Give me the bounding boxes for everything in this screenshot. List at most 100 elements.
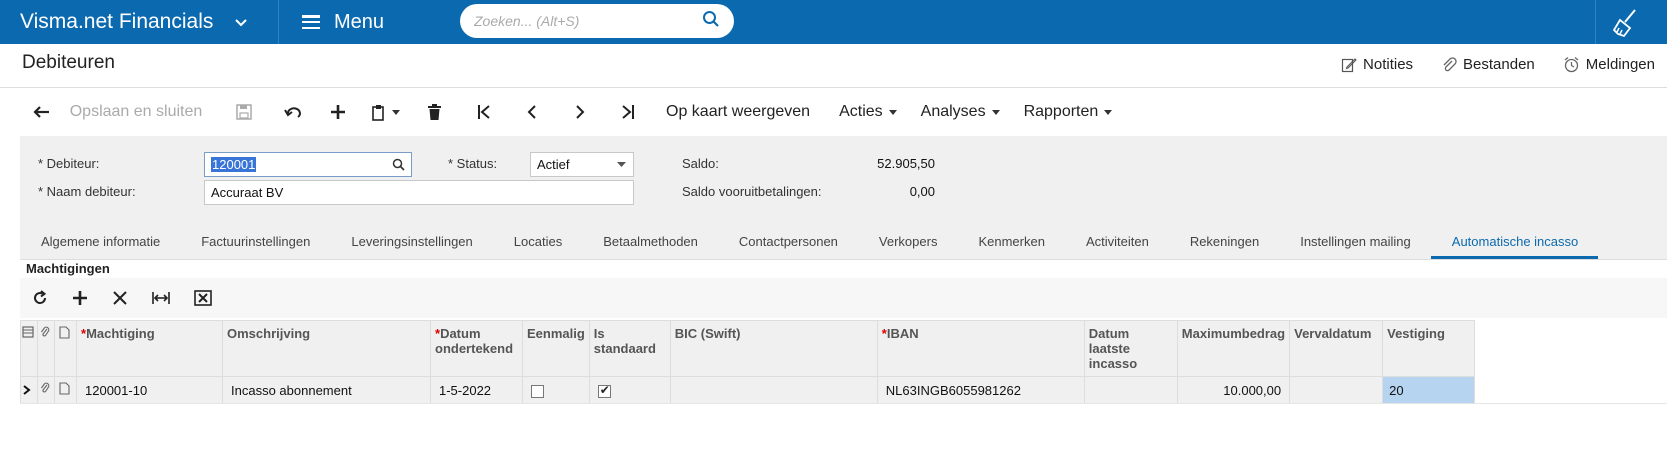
customer-name-field[interactable]: Accuraat BV xyxy=(204,180,634,205)
cell-iban[interactable]: NL63INGB6055981262 xyxy=(876,376,1085,404)
menu-label: Menu xyxy=(334,10,385,33)
section-title: Machtigingen xyxy=(20,259,1667,278)
copy-paste-dropdown[interactable] xyxy=(364,92,408,132)
tab-locations[interactable]: Locaties xyxy=(493,230,582,259)
row-indicator[interactable] xyxy=(20,376,38,404)
reports-menu[interactable]: Rapporten xyxy=(1024,92,1113,132)
column-header-description[interactable]: Omschrijving xyxy=(222,320,431,377)
divider xyxy=(278,0,279,44)
cell-is-default[interactable] xyxy=(588,376,671,404)
tab-payment-methods[interactable]: Betaalmethoden xyxy=(582,230,718,259)
cell-last-collection[interactable] xyxy=(1083,376,1178,404)
notifications-link[interactable]: Meldingen xyxy=(1563,56,1655,73)
first-record-icon[interactable] xyxy=(458,92,510,132)
column-header-one-time[interactable]: Eenmalig xyxy=(522,320,590,377)
tab-activities[interactable]: Activiteiten xyxy=(1065,230,1169,259)
cell-branch[interactable]: 20 xyxy=(1382,376,1476,404)
table-row[interactable]: 120001-10 Incasso abonnement 1-5-2022 NL… xyxy=(20,376,1476,404)
files-label: Bestanden xyxy=(1463,56,1535,73)
attachments-header xyxy=(37,320,55,377)
chevron-down-icon xyxy=(235,0,248,44)
actions-menu[interactable]: Acties xyxy=(839,92,897,132)
clear-cache-icon[interactable] xyxy=(1610,6,1644,38)
fit-columns-icon[interactable] xyxy=(152,290,170,306)
tab-accounts[interactable]: Rekeningen xyxy=(1169,230,1279,259)
product-name: Visma.net Financials xyxy=(20,10,214,33)
notes-link[interactable]: Notities xyxy=(1341,56,1413,73)
cell-expiry[interactable] xyxy=(1289,376,1384,404)
grid-settings-icon xyxy=(22,326,34,338)
last-record-icon[interactable] xyxy=(606,92,650,132)
global-search xyxy=(460,4,734,38)
row-notes[interactable] xyxy=(54,376,77,404)
column-header-max-amount[interactable]: Maximumbedrag xyxy=(1176,320,1291,377)
column-header-expiry[interactable]: Vervaldatum xyxy=(1289,320,1384,377)
cell-description[interactable]: Incasso abonnement xyxy=(222,376,431,404)
divider xyxy=(1595,0,1596,44)
add-icon[interactable] xyxy=(312,92,364,132)
row-selector-header[interactable] xyxy=(20,320,38,377)
search-input[interactable] xyxy=(474,13,702,29)
cell-bic[interactable] xyxy=(669,376,878,404)
export-excel-icon[interactable] xyxy=(194,290,212,306)
column-header-branch[interactable]: Vestiging xyxy=(1382,320,1476,377)
notes-header xyxy=(54,320,77,377)
search-icon[interactable] xyxy=(392,158,405,171)
search-icon[interactable] xyxy=(702,10,720,33)
column-header-is-default[interactable]: Is standaard xyxy=(588,320,671,377)
back-icon[interactable] xyxy=(22,92,62,132)
page-links: Notities Bestanden Meldingen xyxy=(1341,56,1655,73)
is-default-checkbox[interactable] xyxy=(597,383,611,398)
save-icon[interactable] xyxy=(214,92,274,132)
delete-icon[interactable] xyxy=(414,92,454,132)
customer-value: 120001 xyxy=(211,157,257,172)
refresh-icon[interactable] xyxy=(32,290,48,306)
tab-mailing-settings[interactable]: Instellingen mailing xyxy=(1279,230,1431,259)
product-switcher[interactable]: Visma.net Financials xyxy=(20,0,248,44)
show-on-map-button[interactable]: Op kaart weergeven xyxy=(666,92,810,132)
previous-record-icon[interactable] xyxy=(510,92,554,132)
column-header-bic[interactable]: BIC (Swift) xyxy=(669,320,878,377)
tab-salespersons[interactable]: Verkopers xyxy=(858,230,958,259)
one-time-checkbox[interactable] xyxy=(531,384,544,398)
customer-label: Debiteur: xyxy=(38,156,100,171)
paperclip-icon xyxy=(1443,56,1457,71)
analyses-menu[interactable]: Analyses xyxy=(921,92,1000,132)
cell-mandate[interactable]: 120001-10 xyxy=(76,376,223,404)
tab-bar: Algemene informatie Factuurinstellingen … xyxy=(20,230,1599,259)
cell-one-time[interactable] xyxy=(522,376,590,404)
title-bar: Debiteuren Notities Bestanden Meldingen xyxy=(0,44,1667,88)
prepayment-balance-label: Saldo vooruitbetalingen: xyxy=(682,184,822,199)
paperclip-icon xyxy=(41,382,50,393)
tab-delivery-settings[interactable]: Leveringsinstellingen xyxy=(330,230,492,259)
grid-toolbar xyxy=(20,278,1667,318)
grid-bottom-border xyxy=(20,403,1667,404)
cell-max-amount[interactable]: 10.000,00 xyxy=(1176,376,1291,404)
menu-button[interactable]: Menu xyxy=(302,0,384,44)
files-link[interactable]: Bestanden xyxy=(1441,56,1535,73)
page-title: Debiteuren xyxy=(22,52,115,73)
tab-general[interactable]: Algemene informatie xyxy=(20,230,180,259)
customer-field[interactable]: 120001 xyxy=(204,152,412,177)
balance-value: 52.905,50 xyxy=(877,156,935,171)
status-label: Status: xyxy=(448,156,497,171)
status-value: Actief xyxy=(537,157,570,172)
column-header-iban[interactable]: IBAN xyxy=(876,320,1085,377)
save-close-button[interactable]: Opslaan en sluiten xyxy=(66,92,206,132)
tab-attributes[interactable]: Kenmerken xyxy=(957,230,1064,259)
note-edit-icon xyxy=(1341,57,1357,72)
tab-invoice-settings[interactable]: Factuurinstellingen xyxy=(180,230,330,259)
status-select[interactable]: Actief xyxy=(530,152,634,177)
column-header-signed-date[interactable]: Datum ondertekend xyxy=(430,320,523,377)
row-attachments[interactable] xyxy=(37,376,55,404)
hamburger-icon xyxy=(302,15,320,29)
delete-row-icon[interactable] xyxy=(112,290,128,306)
column-header-last-collection[interactable]: Datum laatste incasso xyxy=(1083,320,1178,377)
tab-contacts[interactable]: Contactpersonen xyxy=(718,230,858,259)
cell-signed-date[interactable]: 1-5-2022 xyxy=(430,376,523,404)
undo-icon[interactable] xyxy=(274,92,312,132)
add-row-icon[interactable] xyxy=(72,290,88,306)
tab-direct-debit[interactable]: Automatische incasso xyxy=(1430,230,1599,259)
column-header-mandate[interactable]: Machtiging xyxy=(76,320,223,377)
next-record-icon[interactable] xyxy=(554,92,606,132)
